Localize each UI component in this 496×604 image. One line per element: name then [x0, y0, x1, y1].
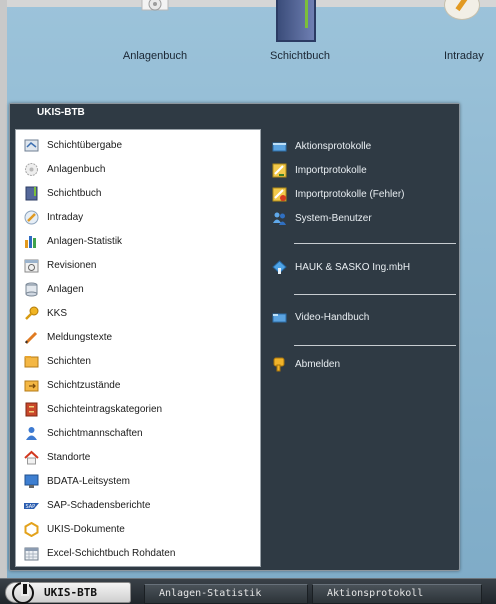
desktop-icon-label: Schichtbuch — [270, 50, 330, 62]
key-icon — [24, 306, 39, 321]
menu-item-label: Revisionen — [47, 259, 97, 271]
calendar-icon — [24, 258, 39, 273]
menu-item-schichtbuch[interactable]: Schichtbuch — [16, 182, 260, 204]
house-icon — [24, 450, 39, 465]
menu-item-aktionsprotokolle[interactable]: Aktionsprotokolle — [266, 135, 458, 157]
menu-item-label: Anlagen — [47, 283, 84, 295]
svg-text:SAP: SAP — [26, 504, 36, 510]
import-icon — [272, 163, 287, 178]
menu-item-label: Schichtzustände — [47, 379, 121, 391]
import-error-icon — [272, 187, 287, 202]
menu-item-label: Aktionsprotokolle — [295, 140, 372, 152]
logout-key-icon — [272, 357, 287, 372]
hexagon-icon — [24, 521, 39, 537]
sap-icon: SAP — [24, 498, 39, 513]
menu-item-label: Schichtmannschaften — [47, 427, 143, 439]
start-menu-system-list: Aktionsprotokolle Importprotokolle Impor… — [266, 129, 458, 567]
menu-item-label: Schichtbuch — [47, 187, 102, 199]
start-menu-title: UKIS-BTB — [10, 104, 459, 121]
spreadsheet-icon — [24, 546, 39, 561]
pencil-icon — [24, 210, 39, 225]
menu-item-importprotokolle[interactable]: Importprotokolle — [266, 159, 458, 181]
company-icon — [272, 259, 287, 275]
menu-separator — [294, 243, 456, 244]
gear-book-icon — [138, 0, 172, 26]
folder-arrow-icon — [24, 378, 39, 393]
gear-icon — [24, 162, 39, 177]
taskbar-button-aktionsprotokoll[interactable]: Aktionsprotokoll — [312, 584, 482, 604]
menu-item-label: Schichten — [47, 355, 91, 367]
book-icon — [276, 0, 316, 42]
menu-item-schichtmannschaften[interactable]: Schichtmannschaften — [16, 422, 260, 444]
menu-item-meldungstexte[interactable]: Meldungstexte — [16, 326, 260, 348]
menu-item-label: Meldungstexte — [47, 331, 113, 343]
menu-item-ukis-dokumente[interactable]: UKIS-Dokumente — [16, 518, 260, 540]
menu-item-label: BDATA-Leitsystem — [47, 475, 130, 487]
menu-item-label: Importprotokolle — [295, 164, 367, 176]
menu-item-schichten[interactable]: Schichten — [16, 350, 260, 372]
menu-item-label: UKIS-Dokumente — [47, 523, 125, 535]
menu-item-label: Intraday — [47, 211, 84, 223]
menu-item-kks[interactable]: KKS — [16, 302, 260, 324]
window-frame-top — [0, 0, 496, 7]
menu-item-anlagen-statistik[interactable]: Anlagen-Statistik — [16, 230, 260, 252]
menu-item-schichtzustaende[interactable]: Schichtzustände — [16, 374, 260, 396]
menu-item-label: SAP-Schadensberichte — [47, 499, 151, 511]
menu-item-bdata-leitsystem[interactable]: BDATA-Leitsystem — [16, 470, 260, 492]
menu-item-label: Anlagen-Statistik — [47, 235, 123, 247]
menu-item-label: Importprotokolle (Fehler) — [295, 188, 405, 200]
menu-item-label: Abmelden — [295, 358, 341, 370]
menu-item-hauk-sasko[interactable]: HAUK & SASKO Ing.mbH — [266, 256, 458, 278]
menu-item-label: HAUK & SASKO Ing.mbH — [295, 261, 411, 273]
book-icon — [24, 186, 39, 201]
menu-item-system-benutzer[interactable]: System-Benutzer — [266, 207, 458, 229]
folder-icon — [24, 354, 39, 369]
start-menu: UKIS-BTB Schichtübergabe Anlagenbuch Sch… — [9, 103, 460, 571]
database-icon — [24, 282, 39, 297]
menu-item-anlagenbuch[interactable]: Anlagenbuch — [16, 158, 260, 180]
menu-item-label: Video-Handbuch — [295, 311, 370, 323]
menu-item-label: Anlagenbuch — [47, 163, 106, 175]
pencil-icon — [24, 330, 39, 345]
menu-item-label: System-Benutzer — [295, 212, 372, 224]
power-icon — [12, 581, 34, 604]
menu-item-label: Schichteintragskategorien — [47, 403, 163, 415]
menu-item-label: KKS — [47, 307, 68, 319]
menu-item-schichteintragskategorien[interactable]: Schichteintragskategorien — [16, 398, 260, 420]
taskbar: UKIS-BTB Anlagen-Statistik Aktionsprotok… — [0, 578, 496, 604]
window-frame-left — [0, 0, 7, 604]
bar-chart-icon — [24, 234, 39, 249]
menu-item-label: Schichtübergabe — [47, 139, 123, 151]
pencil-clock-icon — [444, 0, 480, 20]
menu-item-intraday[interactable]: Intraday — [16, 206, 260, 228]
menu-item-video-handbuch[interactable]: Video-Handbuch — [266, 306, 458, 328]
menu-item-schichtuebergabe[interactable]: Schichtübergabe — [16, 134, 260, 156]
desktop-icon-label: Anlagenbuch — [122, 50, 188, 62]
desktop-icon-label: Intraday — [444, 50, 484, 62]
start-menu-app-list: Schichtübergabe Anlagenbuch Schichtbuch … — [15, 129, 261, 567]
start-button-label: UKIS-BTB — [44, 586, 97, 599]
users-icon — [272, 211, 287, 226]
menu-separator — [294, 345, 456, 346]
handover-icon — [24, 138, 39, 153]
log-icon — [272, 139, 287, 154]
menu-item-label: Standorte — [47, 451, 91, 463]
taskbar-button-anlagen-statistik[interactable]: Anlagen-Statistik — [144, 584, 308, 604]
start-button[interactable]: UKIS-BTB — [5, 581, 131, 604]
monitor-icon — [24, 474, 39, 489]
menu-item-standorte[interactable]: Standorte — [16, 446, 260, 468]
menu-item-label: Excel-Schichtbuch Rohdaten — [47, 547, 176, 559]
person-icon — [24, 426, 39, 441]
video-icon — [272, 310, 287, 325]
cabinet-icon — [24, 402, 39, 417]
menu-item-abmelden[interactable]: Abmelden — [266, 353, 458, 375]
menu-separator — [294, 294, 456, 295]
menu-item-revisionen[interactable]: Revisionen — [16, 254, 260, 276]
menu-item-anlagen[interactable]: Anlagen — [16, 278, 260, 300]
menu-item-sap-schadensberichte[interactable]: SAP SAP-Schadensberichte — [16, 494, 260, 516]
menu-item-excel-schichtbuch[interactable]: Excel-Schichtbuch Rohdaten — [16, 542, 260, 564]
menu-item-importprotokolle-fehler[interactable]: Importprotokolle (Fehler) — [266, 183, 458, 205]
